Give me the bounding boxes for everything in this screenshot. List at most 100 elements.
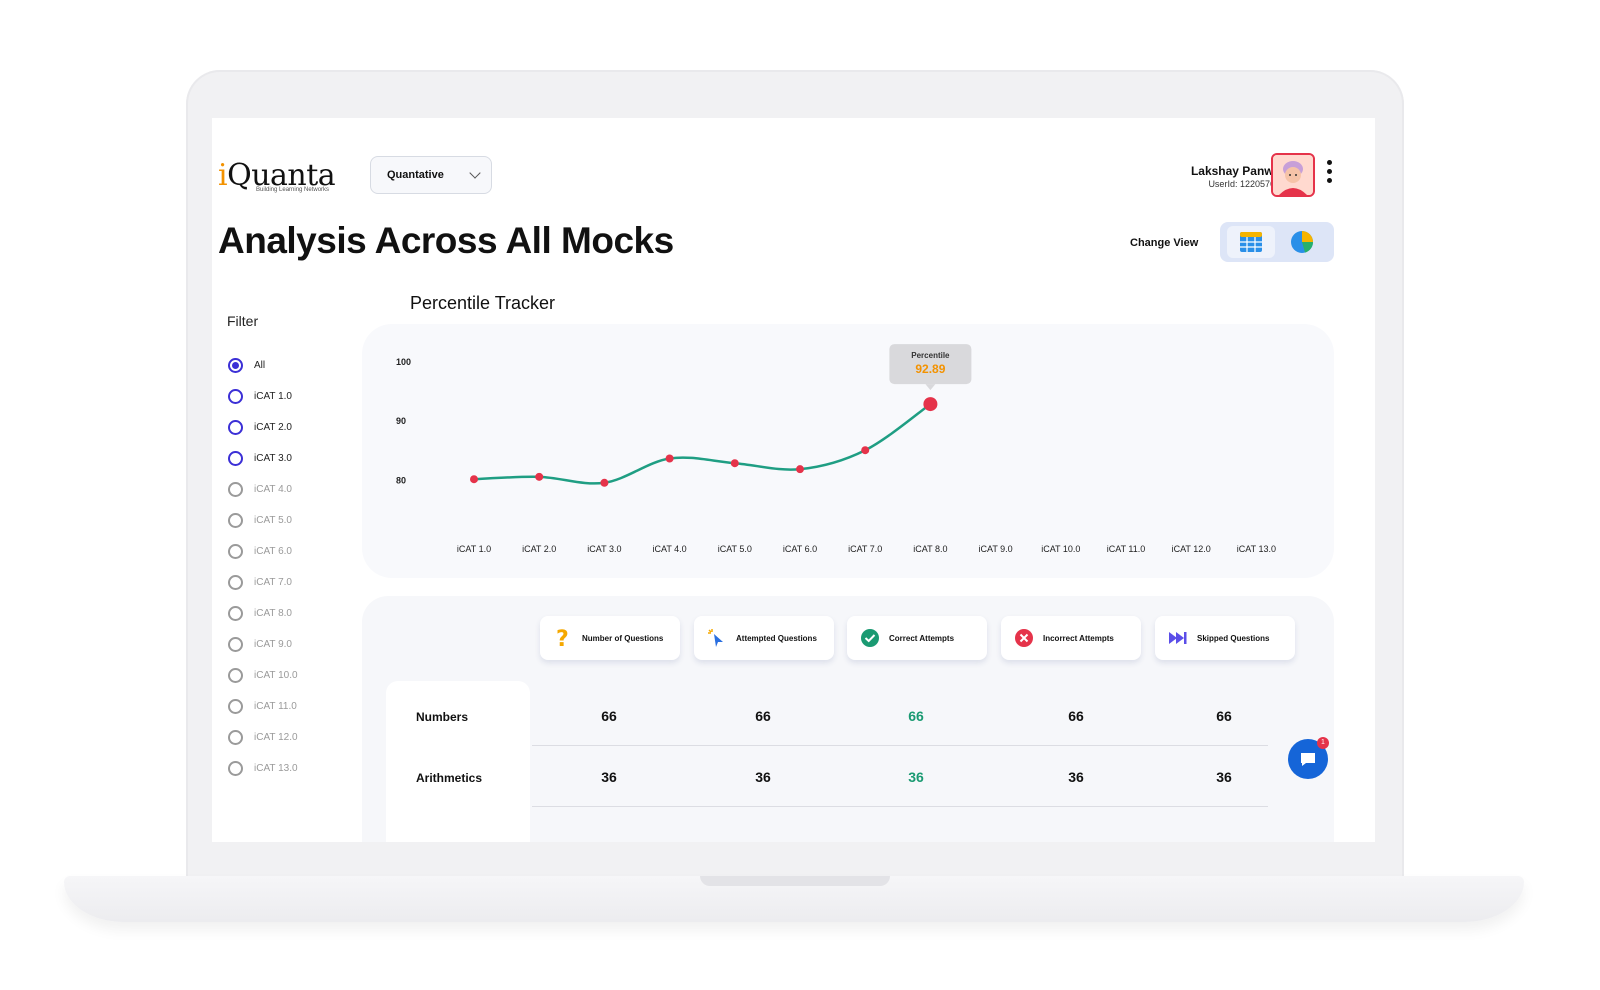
filter-list: All iCAT 1.0 iCAT 2.0 iCAT 3.0 iCAT 4.0 iCAT … — [228, 350, 298, 784]
filter-option[interactable]: All — [228, 350, 298, 381]
filter-option[interactable]: iCAT 7.0 — [228, 567, 298, 598]
stat-header: Attempted Questions — [694, 616, 834, 660]
filter-option-label: iCAT 10.0 — [254, 670, 298, 681]
y-tick-label: 80 — [396, 475, 406, 485]
x-tick-label: iCAT 3.0 — [587, 544, 621, 554]
data-point[interactable] — [861, 446, 870, 455]
pie-view-button[interactable] — [1278, 226, 1326, 258]
radio-button[interactable] — [228, 575, 243, 590]
subject-dropdown-value: Quantative — [387, 169, 444, 181]
data-point[interactable] — [923, 397, 938, 412]
filter-option[interactable]: iCAT 11.0 — [228, 691, 298, 722]
radio-button[interactable] — [228, 544, 243, 559]
stat-header: Incorrect Attempts — [1001, 616, 1141, 660]
filter-option[interactable]: iCAT 6.0 — [228, 536, 298, 567]
radio-button[interactable] — [228, 637, 243, 652]
filter-option[interactable]: iCAT 8.0 — [228, 598, 298, 629]
stat-cell: 66 — [1068, 708, 1084, 724]
question-icon: ? — [552, 627, 574, 649]
stat-header: ? Number of Questions — [540, 616, 680, 660]
chevron-down-icon — [469, 167, 481, 179]
x-tick-label: iCAT 6.0 — [783, 544, 817, 554]
pie-chart-icon — [1291, 231, 1313, 253]
filter-option[interactable]: iCAT 3.0 — [228, 443, 298, 474]
x-tick-label: iCAT 13.0 — [1237, 544, 1276, 554]
y-tick-label: 100 — [396, 357, 411, 367]
percentile-tooltip: Percentile 92.89 — [889, 344, 972, 391]
stat-cell: 66 — [601, 708, 617, 724]
x-tick-label: iCAT 2.0 — [522, 544, 556, 554]
data-point[interactable] — [600, 478, 609, 487]
radio-button[interactable] — [228, 730, 243, 745]
app-screen: iQuanta Building Learning Networks Quant… — [212, 118, 1375, 842]
stat-header-label: Incorrect Attempts — [1043, 633, 1114, 643]
stat-cell: 36 — [1216, 769, 1232, 785]
filter-option[interactable]: iCAT 4.0 — [228, 474, 298, 505]
filter-option[interactable]: iCAT 2.0 — [228, 412, 298, 443]
check-circle-icon — [859, 627, 881, 649]
filter-option[interactable]: iCAT 10.0 — [228, 660, 298, 691]
tooltip-label: Percentile — [911, 351, 950, 360]
stat-cell: 36 — [755, 769, 771, 785]
view-toggle — [1220, 222, 1334, 262]
filter-option[interactable]: iCAT 13.0 — [228, 753, 298, 784]
stat-cell: 36 — [908, 769, 924, 785]
filter-option[interactable]: iCAT 1.0 — [228, 381, 298, 412]
x-tick-label: iCAT 10.0 — [1041, 544, 1080, 554]
filter-option-label: iCAT 1.0 — [254, 391, 292, 402]
tooltip-value: 92.89 — [915, 362, 945, 376]
data-point[interactable] — [665, 454, 674, 463]
row-divider — [532, 806, 1268, 807]
radio-button[interactable] — [228, 606, 243, 621]
skip-forward-icon — [1167, 627, 1189, 649]
row-divider — [532, 745, 1268, 746]
stat-header-label: Skipped Questions — [1197, 633, 1270, 643]
filter-option[interactable]: iCAT 9.0 — [228, 629, 298, 660]
radio-button[interactable] — [228, 482, 243, 497]
data-point[interactable] — [730, 459, 739, 468]
logo-tagline: Building Learning Networks — [256, 187, 330, 193]
page-title: Analysis Across All Mocks — [218, 220, 674, 261]
radio-button[interactable] — [228, 389, 243, 404]
laptop-notch — [700, 876, 890, 886]
data-point[interactable] — [535, 472, 544, 481]
radio-button[interactable] — [228, 668, 243, 683]
avatar[interactable] — [1271, 153, 1315, 197]
more-menu-icon[interactable] — [1327, 160, 1333, 188]
filter-option[interactable]: iCAT 12.0 — [228, 722, 298, 753]
x-tick-label: iCAT 11.0 — [1107, 544, 1146, 554]
x-circle-icon — [1013, 627, 1035, 649]
stat-header: Correct Attempts — [847, 616, 987, 660]
table-view-button[interactable] — [1227, 226, 1275, 258]
filter-option-label: iCAT 6.0 — [254, 546, 292, 557]
row-label-card — [386, 681, 530, 842]
stat-row-label: Numbers — [416, 710, 469, 724]
radio-button[interactable] — [228, 420, 243, 435]
radio-button[interactable] — [228, 513, 243, 528]
subject-dropdown[interactable]: Quantative — [370, 156, 492, 194]
radio-button[interactable] — [228, 451, 243, 466]
filter-option-label: iCAT 4.0 — [254, 484, 292, 495]
filter-option-label: iCAT 3.0 — [254, 453, 292, 464]
stat-cell: 66 — [1216, 708, 1232, 724]
y-tick-label: 90 — [396, 416, 406, 426]
data-point[interactable] — [796, 465, 804, 474]
filter-option-label: iCAT 2.0 — [254, 422, 292, 433]
filter-option[interactable]: iCAT 5.0 — [228, 505, 298, 536]
filter-option-label: iCAT 5.0 — [254, 515, 292, 526]
x-tick-label: iCAT 7.0 — [848, 544, 882, 554]
filter-option-label: iCAT 11.0 — [254, 701, 297, 712]
radio-button[interactable] — [228, 699, 243, 714]
filter-option-label: iCAT 13.0 — [254, 763, 298, 774]
filter-option-label: All — [254, 360, 266, 371]
data-point[interactable] — [470, 475, 478, 484]
percentile-line-chart: 80 90 100 iCAT 1.0 iCAT 2.0 iCAT 3.0 iCAT 4.0 i… — [396, 344, 1276, 554]
percentile-series-line — [473, 403, 932, 485]
radio-button[interactable] — [228, 761, 243, 776]
chat-icon — [1301, 753, 1315, 766]
chat-notification-badge: 1 — [1317, 737, 1329, 749]
radio-button[interactable] — [228, 358, 243, 373]
x-tick-label: iCAT 5.0 — [718, 544, 752, 554]
stat-row-label: Arithmetics — [416, 771, 483, 785]
stat-cell: 66 — [908, 708, 924, 724]
